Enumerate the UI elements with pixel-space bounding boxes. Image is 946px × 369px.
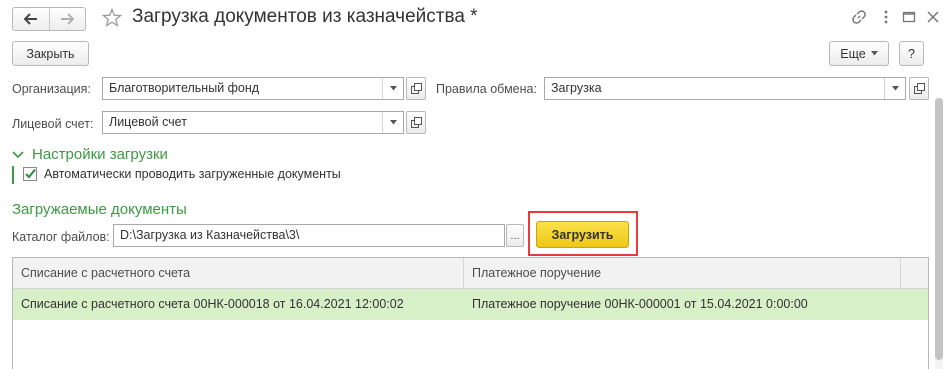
documents-table: Списание с расчетного счета Платежное по… [12, 257, 929, 369]
close-icon [927, 11, 939, 23]
close-button[interactable]: Закрыть [12, 41, 89, 66]
account-value: Лицевой счет [109, 115, 187, 129]
chevron-down-icon [12, 150, 24, 158]
settings-group-bar [12, 166, 14, 184]
page-title: Загрузка документов из казначейства * [132, 6, 478, 27]
star-icon [101, 7, 123, 27]
organization-value: Благотворительный фонд [109, 81, 260, 95]
back-arrow-icon [23, 13, 37, 25]
settings-group-toggle[interactable]: Настройки загрузки [12, 146, 168, 163]
maximize-button[interactable] [901, 9, 917, 28]
exchange-rules-label: Правила обмена: [436, 82, 537, 96]
organization-field[interactable]: Благотворительный фонд [102, 77, 404, 100]
documents-header: Загружаемые документы [12, 201, 187, 218]
open-form-icon [913, 83, 925, 94]
account-field[interactable]: Лицевой счет [102, 111, 404, 134]
help-button[interactable]: ? [899, 41, 924, 66]
link-button[interactable] [851, 9, 867, 28]
table-header: Списание с расчетного счета Платежное по… [13, 258, 928, 289]
menu-dots-icon [884, 10, 888, 24]
browse-button[interactable]: ... [506, 224, 524, 247]
more-actions-button[interactable] [878, 9, 894, 28]
forward-arrow-icon [61, 13, 75, 25]
link-icon [852, 10, 866, 24]
chevron-down-icon [870, 51, 878, 56]
cell-writeoff: Списание с расчетного счета 00НК-000018 … [21, 297, 404, 311]
forward-button[interactable] [48, 8, 86, 30]
navigation-buttons [12, 7, 86, 31]
account-dropdown-button[interactable] [382, 112, 403, 133]
exchange-rules-open-button[interactable] [909, 77, 929, 100]
auto-post-checkbox[interactable] [23, 167, 37, 181]
load-button[interactable]: Загрузить [536, 221, 629, 248]
open-form-icon [410, 83, 422, 94]
chevron-down-icon [389, 120, 397, 125]
settings-header: Настройки загрузки [32, 146, 168, 163]
back-button[interactable] [13, 8, 49, 30]
organization-dropdown-button[interactable] [382, 78, 403, 99]
checkbox-checked-icon [25, 168, 36, 179]
exchange-rules-value: Загрузка [551, 81, 602, 95]
cell-payment-order: Платежное поручение 00НК-000001 от 15.04… [472, 297, 808, 311]
account-open-button[interactable] [406, 111, 426, 134]
favorite-button[interactable] [101, 7, 123, 31]
column-header-payment-order[interactable]: Платежное поручение [464, 258, 901, 288]
open-form-icon [410, 117, 422, 128]
close-window-button[interactable] [925, 9, 941, 28]
chevron-down-icon [891, 86, 899, 91]
column-header-writeoff[interactable]: Списание с расчетного счета [13, 258, 464, 288]
exchange-rules-dropdown-button[interactable] [884, 78, 905, 99]
auto-post-label[interactable]: Автоматически проводить загруженные доку… [44, 167, 341, 181]
catalog-input[interactable]: D:\Загрузка из Казначейства\3\ [113, 224, 505, 247]
more-label: Еще [840, 46, 866, 61]
catalog-label: Каталог файлов: [12, 230, 110, 244]
catalog-value: D:\Загрузка из Казначейства\3\ [120, 228, 300, 242]
more-button[interactable]: Еще [829, 41, 889, 66]
exchange-rules-field[interactable]: Загрузка [544, 77, 906, 100]
maximize-icon [902, 11, 916, 23]
organization-open-button[interactable] [406, 77, 426, 100]
scrollbar-thumb[interactable] [935, 98, 943, 360]
account-label: Лицевой счет: [12, 117, 94, 131]
table-row[interactable]: Списание с расчетного счета 00НК-000018 … [13, 289, 928, 320]
chevron-down-icon [389, 86, 397, 91]
organization-label: Организация: [12, 82, 91, 96]
